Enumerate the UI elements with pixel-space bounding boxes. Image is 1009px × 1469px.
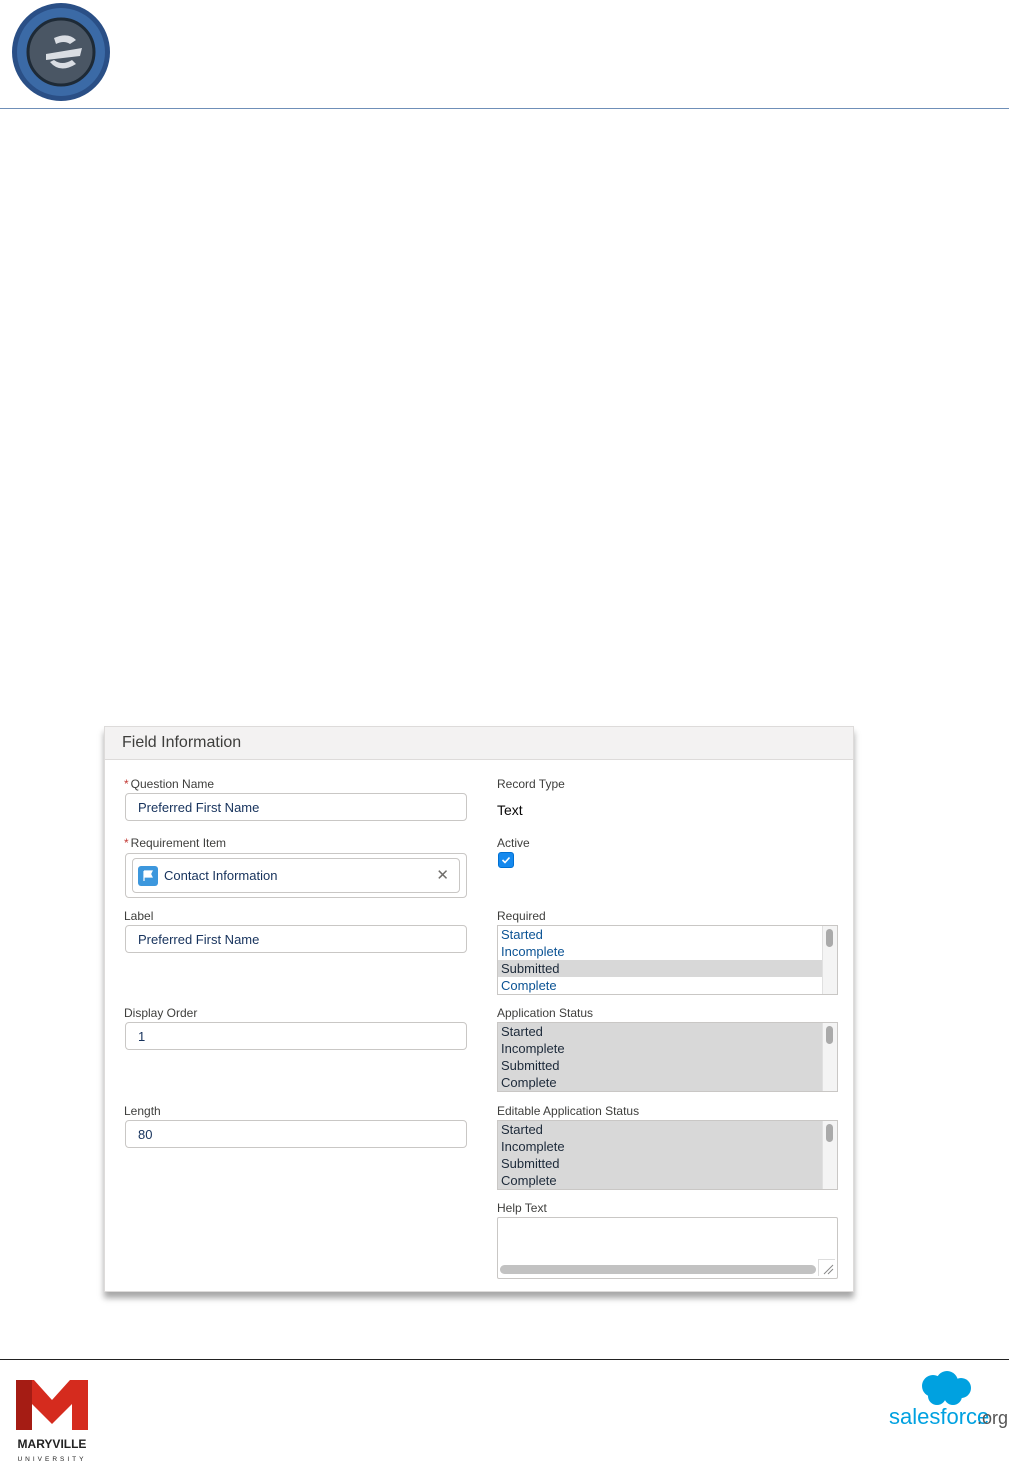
checkmark-icon bbox=[501, 856, 511, 864]
required-scrollbar[interactable] bbox=[822, 926, 837, 994]
length-value: 80 bbox=[138, 1127, 153, 1142]
maryville-logo: MARYVILLE UNIVERSITY bbox=[14, 1376, 94, 1464]
application-status-option-incomplete[interactable]: Incomplete bbox=[498, 1040, 822, 1057]
application-status-scrollbar[interactable] bbox=[822, 1023, 837, 1091]
editable-status-option-complete[interactable]: Complete bbox=[498, 1172, 822, 1189]
application-status-label: Application Status bbox=[497, 1006, 594, 1020]
required-asterisk: * bbox=[124, 777, 129, 791]
panel-title: Field Information bbox=[122, 734, 242, 751]
required-option-started[interactable]: Started bbox=[498, 926, 822, 943]
record-type-value: Text bbox=[497, 802, 523, 818]
editable-status-option-submitted[interactable]: Submitted bbox=[498, 1155, 822, 1172]
header-logo bbox=[10, 2, 112, 102]
close-icon[interactable]: ✕ bbox=[436, 866, 449, 884]
label-value: Preferred First Name bbox=[138, 932, 260, 947]
salesforce-wordmark: salesforce bbox=[889, 1404, 989, 1429]
scroll-thumb[interactable] bbox=[826, 1026, 833, 1044]
label-input[interactable]: Preferred First Name bbox=[125, 925, 467, 953]
display-order-input[interactable]: 1 bbox=[125, 1022, 467, 1050]
editable-status-scrollbar[interactable] bbox=[822, 1121, 837, 1189]
editable-application-status-listbox[interactable]: Started Incomplete Submitted Complete bbox=[497, 1120, 838, 1190]
application-status-listbox[interactable]: Started Incomplete Submitted Complete bbox=[497, 1022, 838, 1092]
requirement-item-label-text: Requirement Item bbox=[130, 836, 227, 850]
flag-icon bbox=[138, 866, 158, 886]
editable-application-status-label: Editable Application Status bbox=[497, 1104, 640, 1118]
footer-divider bbox=[0, 1359, 1009, 1360]
required-asterisk: * bbox=[124, 836, 129, 850]
header-divider bbox=[0, 108, 1009, 109]
salesforce-org-logo: salesforce .org bbox=[887, 1370, 1009, 1430]
field-information-panel: Field Information * Question Name Preferr… bbox=[104, 726, 854, 1292]
label-field-label: Label bbox=[124, 909, 154, 923]
requirement-item-pill[interactable]: Contact Information ✕ bbox=[132, 858, 460, 893]
application-status-option-complete[interactable]: Complete bbox=[498, 1074, 822, 1091]
editable-status-option-started[interactable]: Started bbox=[498, 1121, 822, 1138]
application-status-option-started[interactable]: Started bbox=[498, 1023, 822, 1040]
scroll-thumb[interactable] bbox=[826, 1124, 833, 1142]
resize-grip-icon[interactable] bbox=[818, 1259, 835, 1276]
length-label: Length bbox=[124, 1104, 161, 1118]
length-input[interactable]: 80 bbox=[125, 1120, 467, 1148]
requirement-item-label: * Requirement Item bbox=[124, 836, 226, 850]
required-option-submitted[interactable]: Submitted bbox=[498, 960, 822, 977]
panel-header: Field Information bbox=[105, 727, 853, 760]
maryville-subtitle: UNIVERSITY bbox=[17, 1456, 86, 1463]
maryville-name: MARYVILLE bbox=[18, 1437, 87, 1451]
required-option-complete[interactable]: Complete bbox=[498, 977, 822, 994]
required-option-incomplete[interactable]: Incomplete bbox=[498, 943, 822, 960]
required-label: Required bbox=[497, 909, 546, 923]
textarea-hscrollbar[interactable] bbox=[500, 1265, 816, 1274]
record-type-label: Record Type bbox=[497, 777, 565, 791]
salesforce-suffix: .org bbox=[977, 1408, 1008, 1428]
application-status-option-submitted[interactable]: Submitted bbox=[498, 1057, 822, 1074]
requirement-item-lookup[interactable]: Contact Information ✕ bbox=[125, 853, 467, 898]
requirement-item-value: Contact Information bbox=[164, 868, 278, 883]
question-name-label-text: Question Name bbox=[130, 777, 215, 791]
display-order-value: 1 bbox=[138, 1029, 146, 1044]
help-text-textarea[interactable] bbox=[497, 1217, 838, 1279]
required-listbox[interactable]: Started Incomplete Submitted Complete bbox=[497, 925, 838, 995]
help-text-label: Help Text bbox=[497, 1201, 547, 1215]
active-checkbox[interactable] bbox=[498, 852, 514, 868]
editable-status-option-incomplete[interactable]: Incomplete bbox=[498, 1138, 822, 1155]
active-label: Active bbox=[497, 836, 530, 850]
question-name-label: * Question Name bbox=[124, 777, 214, 791]
question-name-input[interactable]: Preferred First Name bbox=[125, 793, 467, 821]
question-name-value: Preferred First Name bbox=[138, 800, 260, 815]
scroll-thumb[interactable] bbox=[826, 929, 833, 947]
display-order-label: Display Order bbox=[124, 1006, 198, 1020]
